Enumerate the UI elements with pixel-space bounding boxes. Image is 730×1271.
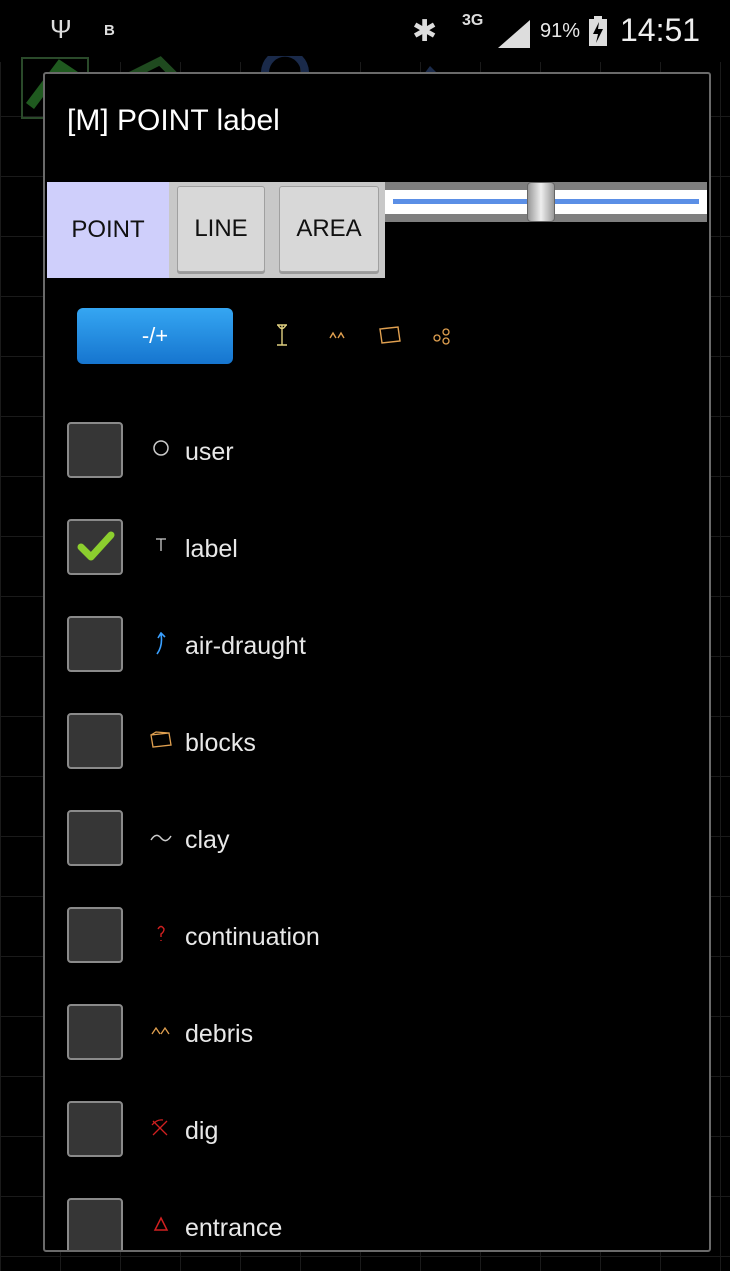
- symbol-label: air-draught: [185, 632, 306, 660]
- network-type-label: 3G: [462, 12, 484, 29]
- point-type-button[interactable]: POINT: [47, 182, 169, 278]
- symbol-label: entrance: [185, 1214, 283, 1242]
- symbol-checkbox-blocks[interactable]: [67, 713, 123, 769]
- symbol-row-debris[interactable]: debris: [45, 986, 709, 1082]
- symbol-label: clay: [185, 826, 230, 854]
- symbol-label: debris: [185, 1020, 254, 1048]
- symbol-row-user[interactable]: user: [45, 404, 709, 500]
- symbol-checkbox-debris[interactable]: [67, 1004, 123, 1060]
- symbol-type-selector: POINT LINE AREA: [47, 182, 385, 278]
- text-icon: [156, 538, 166, 551]
- debris-filter-icon[interactable]: [327, 322, 349, 348]
- symbol-dialog: [M] POINT label POINT LINE AREA -/+ user…: [43, 72, 711, 1252]
- zoom-slider[interactable]: [385, 182, 707, 222]
- symbol-row-continuation[interactable]: continuation: [45, 889, 709, 985]
- arrow-up-icon: [156, 632, 166, 655]
- blocks-filter-icon[interactable]: [377, 322, 403, 348]
- status-bar: Ψ B ✱ 3G 91% 14:51: [0, 0, 730, 62]
- symbol-label: continuation: [185, 923, 320, 951]
- line-type-button[interactable]: LINE: [177, 186, 265, 272]
- signal-icon: [498, 20, 530, 48]
- usb-icon: Ψ: [50, 14, 72, 44]
- symbol-label: label: [185, 535, 238, 563]
- symbol-label: blocks: [185, 729, 256, 757]
- symbol-checkbox-entrance[interactable]: [67, 1198, 123, 1250]
- symbol-row-label[interactable]: label: [45, 501, 709, 597]
- tilde-icon: [150, 834, 172, 842]
- notification-b-icon: B: [104, 22, 115, 39]
- symbol-label: dig: [185, 1117, 219, 1145]
- triangle-icon: [153, 1216, 169, 1231]
- debris-icon: [151, 1026, 170, 1035]
- question-icon: [157, 925, 165, 941]
- bluetooth-icon: ✱: [412, 15, 438, 48]
- pickaxe-icon: [151, 1119, 168, 1136]
- symbol-checkbox-dig[interactable]: [67, 1101, 123, 1157]
- symbol-checkbox-user[interactable]: [67, 422, 123, 478]
- area-type-button[interactable]: AREA: [279, 186, 379, 272]
- symbol-row-clay[interactable]: clay: [45, 792, 709, 888]
- battery-charging-icon: [589, 16, 607, 46]
- symbol-row-dig[interactable]: dig: [45, 1083, 709, 1179]
- checkmark-icon: [77, 531, 115, 561]
- symbol-checkbox-air-draught[interactable]: [67, 616, 123, 672]
- symbol-checkbox-label[interactable]: [67, 519, 123, 575]
- symbol-row-blocks[interactable]: blocks: [45, 695, 709, 791]
- symbol-checkbox-clay[interactable]: [67, 810, 123, 866]
- screen: Ψ B ✱ 3G 91% 14:51 [M] POINT label POINT…: [0, 0, 730, 1271]
- symbol-row-air-draught[interactable]: air-draught: [45, 598, 709, 694]
- symbol-checkbox-continuation[interactable]: [67, 907, 123, 963]
- pebbles-filter-icon[interactable]: [431, 322, 453, 348]
- circle-icon: [153, 440, 169, 456]
- slider-thumb[interactable]: [527, 182, 555, 222]
- battery-percent: 91%: [540, 20, 581, 42]
- clock: 14:51: [620, 12, 701, 48]
- symbol-row-entrance[interactable]: entrance: [45, 1180, 709, 1250]
- toggle-all-button[interactable]: -/+: [77, 308, 233, 364]
- point-filter-icon[interactable]: [271, 322, 293, 348]
- symbol-label: user: [185, 438, 234, 466]
- dialog-title: [M] POINT label: [67, 104, 280, 137]
- blocks-icon: [150, 731, 172, 748]
